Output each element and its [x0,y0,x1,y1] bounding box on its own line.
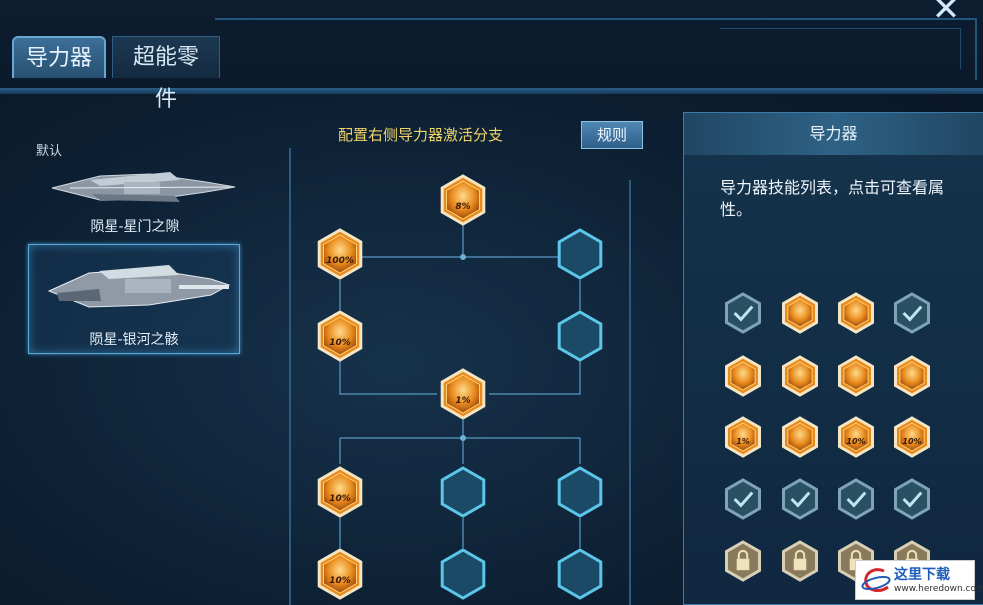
tree-node-r1-left[interactable]: 100% [314,226,366,282]
node-percent-label: 100% [326,256,354,266]
rules-button[interactable]: 规则 [581,121,643,149]
skill-icon-active[interactable] [891,353,933,399]
tree-node-r2-left[interactable]: 10% [314,308,366,364]
skill-icon-active[interactable] [835,290,877,336]
tree-header: 配置右侧导力器激活分支 [338,126,504,144]
tree-node-r1-right[interactable] [554,226,606,282]
skill-icon-active[interactable] [779,414,821,460]
tab-super-parts[interactable]: 超能零件 [112,36,220,112]
skill-icon-checked[interactable] [722,290,764,336]
watermark-name: 这里下载 [894,567,950,583]
center-divider [629,180,631,605]
close-icon[interactable]: ✕ [928,0,964,26]
top-bar-divider [0,88,983,94]
tree-node-r3-right[interactable] [554,464,606,520]
tree-node-top[interactable]: 8% [437,172,489,228]
skill-icon-active[interactable]: 10% [891,414,933,460]
skill-percent-label: 1% [736,437,750,446]
skill-icon-checked[interactable] [891,290,933,336]
node-percent-label: 8% [455,202,471,212]
skill-icon-locked[interactable] [722,538,764,584]
skill-percent-label: 10% [846,437,866,446]
tree-node-r4-mid[interactable] [437,546,489,602]
tree-node-r3-mid[interactable] [437,464,489,520]
ship-name: 陨星-星门之隙 [90,219,180,235]
skill-percent-label: 10% [902,437,922,446]
left-divider [289,148,291,605]
watermark-logo [861,568,891,592]
ship-image [51,172,236,202]
skill-icon-active[interactable] [835,353,877,399]
skill-icon-active[interactable] [779,353,821,399]
ship-item-stargate[interactable]: 陨星-星门之隙 [30,160,240,240]
watermark-url: www.heredown.com [894,584,983,594]
tree-node-r2-right[interactable] [554,308,606,364]
tree-node-r3-left[interactable]: 10% [314,464,366,520]
node-percent-label: 1% [455,396,471,406]
node-percent-label: 10% [329,338,351,348]
tree-node-r4-right[interactable] [554,546,606,602]
node-percent-label: 10% [329,494,351,504]
skill-icon-checked[interactable] [722,476,764,522]
site-watermark: 这里下载 www.heredown.com [855,560,983,600]
node-percent-label: 10% [329,576,351,586]
circuit-decoration-inner [720,28,961,69]
ship-item-galaxy[interactable]: 陨星-银河之骸 [28,244,240,354]
skill-icon-checked[interactable] [891,476,933,522]
skill-icon-active[interactable] [722,353,764,399]
skill-icon-active[interactable] [779,290,821,336]
skill-icon-active[interactable]: 1% [722,414,764,460]
skill-icon-checked[interactable] [835,476,877,522]
skill-icon-active[interactable]: 10% [835,414,877,460]
ship-image [47,265,231,308]
tree-node-mid[interactable]: 1% [437,366,489,422]
panel-title: 导力器 [684,113,983,155]
tab-guide-device[interactable]: 导力器 [12,36,106,78]
ship-name: 陨星-银河之骸 [89,332,179,348]
tree-node-r4-left[interactable]: 10% [314,546,366,602]
skill-icon-checked[interactable] [779,476,821,522]
default-label: 默认 [36,144,63,159]
panel-description: 导力器技能列表，点击可查看属性。 [720,178,945,219]
skill-icon-locked[interactable] [779,538,821,584]
